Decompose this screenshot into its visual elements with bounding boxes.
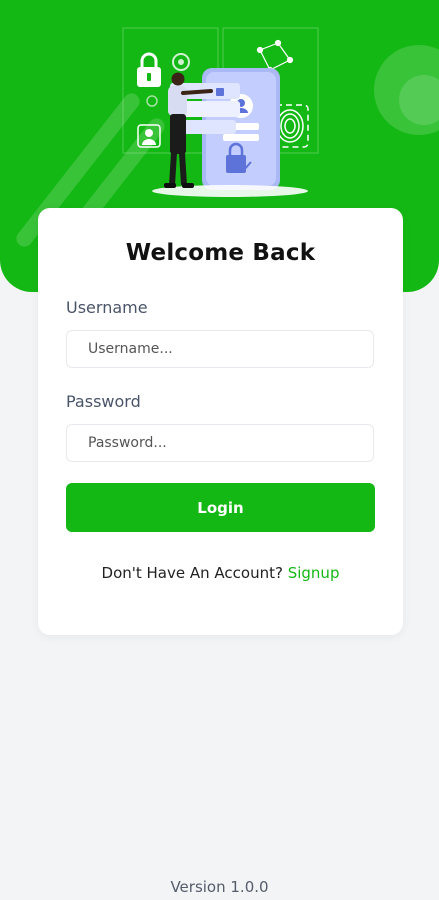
- network-icon: [256, 39, 294, 74]
- password-input[interactable]: [66, 424, 374, 462]
- security-illustration: [122, 27, 319, 197]
- login-screen: Welcome Back Username Password Login Don…: [0, 0, 439, 900]
- username-label: Username: [66, 298, 148, 317]
- gear-icon: [172, 53, 190, 71]
- user-icon: [137, 124, 161, 148]
- gear-icon: [146, 95, 158, 107]
- login-card: Welcome Back Username Password Login Don…: [38, 208, 403, 635]
- welcome-title: Welcome Back: [125, 240, 316, 266]
- signup-row: Don't Have An Account? Signup: [38, 564, 403, 582]
- version-label: Version 1.0.0: [170, 878, 269, 896]
- signup-prompt: Don't Have An Account?: [101, 564, 283, 582]
- lock-icon: [137, 52, 161, 87]
- login-button[interactable]: Login: [66, 483, 375, 532]
- password-label: Password: [66, 392, 141, 411]
- signup-link[interactable]: Signup: [288, 564, 340, 582]
- username-input[interactable]: [66, 330, 374, 368]
